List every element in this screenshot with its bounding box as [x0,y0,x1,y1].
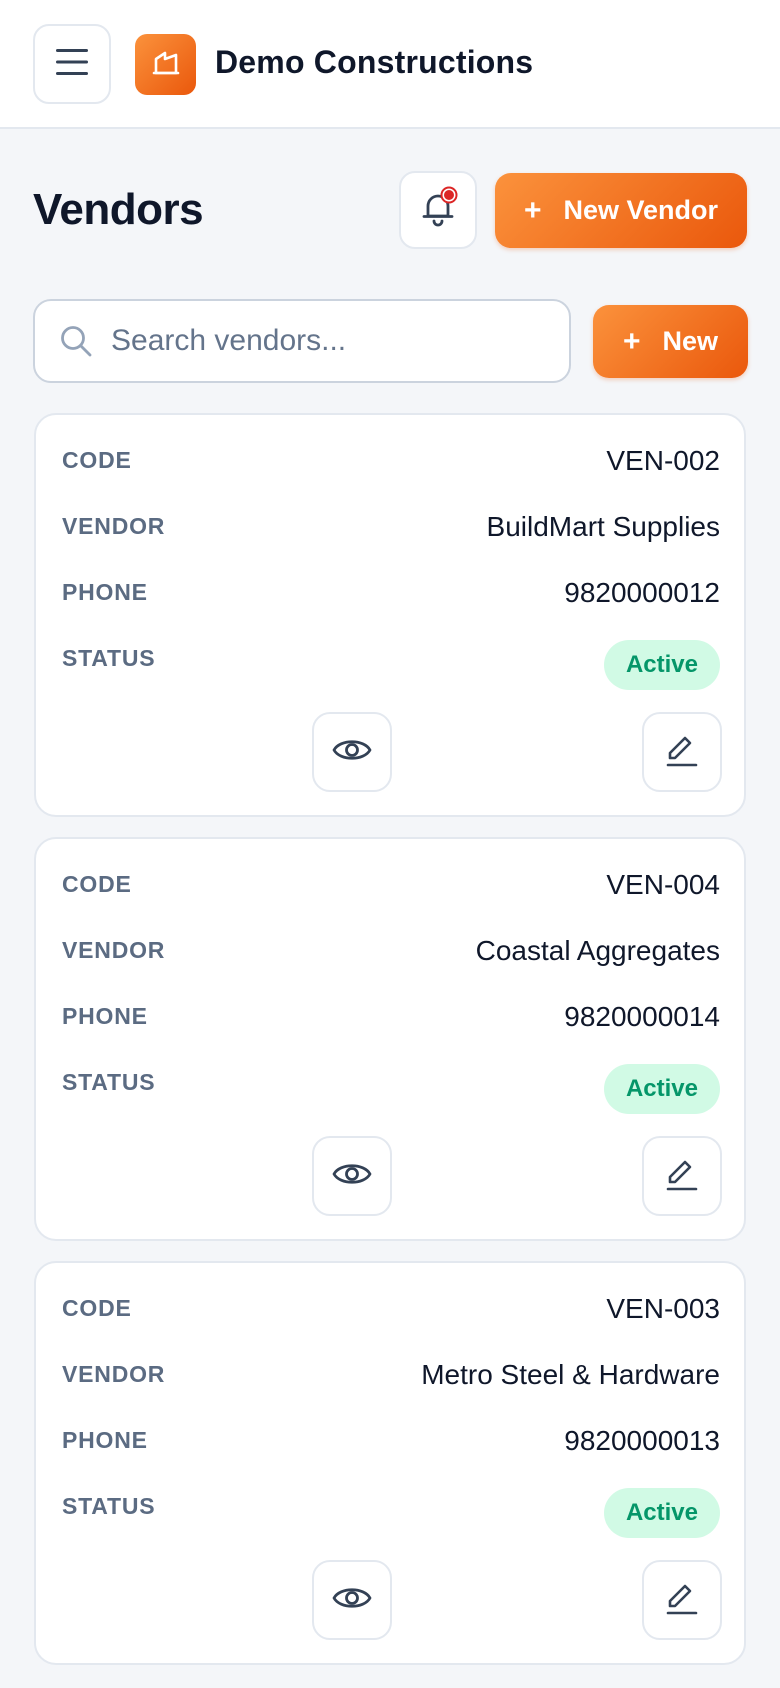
view-button[interactable] [312,1136,392,1216]
vendor-name: Coastal Aggregates [475,935,720,966]
search-box[interactable] [33,299,571,383]
bell-icon [416,186,460,235]
phone-label: PHONE [62,1003,148,1029]
new-button[interactable]: + New [593,305,748,378]
vendor-label: VENDOR [62,1361,166,1387]
status-label: STATUS [62,1493,156,1519]
vendor-name: Metro Steel & Hardware [421,1359,720,1390]
plus-icon: + [523,193,542,227]
phone-label: PHONE [62,579,148,605]
view-button[interactable] [312,1560,392,1640]
search-input[interactable] [111,324,531,358]
edit-button[interactable] [642,712,722,792]
status-badge: Active [603,640,720,690]
code-label: CODE [62,871,132,897]
status-badge: Active [603,1488,720,1538]
pencil-icon [664,732,700,773]
hamburger-icon [55,47,89,82]
building-icon [151,47,181,82]
status-badge: Active [603,1064,720,1114]
vendor-label: VENDOR [62,937,166,963]
notifications-button[interactable] [399,171,477,249]
new-vendor-button[interactable]: + New Vendor [495,173,747,248]
pencil-icon [664,1156,700,1197]
vendor-phone: 9820000013 [564,1425,720,1456]
status-label: STATUS [62,1069,156,1095]
status-label: STATUS [62,645,156,671]
eye-icon [332,1583,372,1618]
edit-button[interactable] [642,1136,722,1216]
plus-icon: + [622,324,641,358]
vendor-code: VEN-003 [606,1293,720,1324]
search-icon [59,324,93,358]
pencil-icon [664,1580,700,1621]
view-button[interactable] [312,712,392,792]
vendor-card: CODE VEN-003 VENDOR Metro Steel & Hardwa… [34,1261,746,1665]
menu-button[interactable] [33,24,111,104]
vendor-phone: 9820000014 [564,1001,720,1032]
vendor-card: CODE VEN-002 VENDOR BuildMart Supplies P… [34,413,746,817]
vendor-phone: 9820000012 [564,577,720,608]
vendor-card: CODE VEN-004 VENDOR Coastal Aggregates P… [34,837,746,1241]
vendor-code: VEN-002 [606,445,720,476]
top-bar: Demo Constructions [0,0,780,129]
vendor-code: VEN-004 [606,869,720,900]
brand-logo [135,34,196,95]
phone-label: PHONE [62,1427,148,1453]
code-label: CODE [62,1295,132,1321]
page-title: Vendors [33,185,204,234]
vendor-name: BuildMart Supplies [486,511,720,542]
new-vendor-label: New Vendor [563,195,719,225]
edit-button[interactable] [642,1560,722,1640]
eye-icon [332,735,372,770]
vendor-label: VENDOR [62,513,166,539]
brand-name: Demo Constructions [215,44,534,80]
code-label: CODE [62,447,132,473]
new-label: New [662,326,719,356]
eye-icon [332,1159,372,1194]
